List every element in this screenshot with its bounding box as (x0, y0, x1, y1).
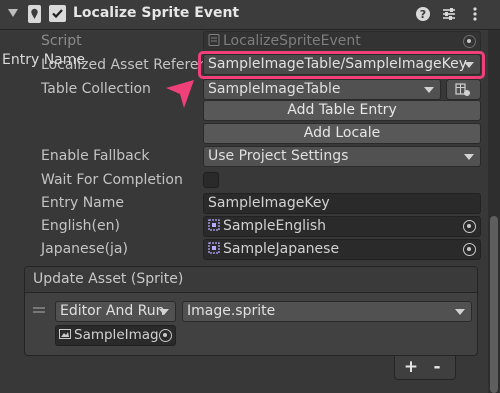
checkmark-icon (52, 9, 63, 19)
locale-field-ja[interactable]: SampleJapanese (203, 239, 481, 260)
inspector-panel: Localize Sprite Event ? Script LocalizeS… (0, 0, 500, 393)
locale-label-ja: Japanese(ja) (41, 241, 128, 257)
enable-fallback-dropdown[interactable]: Use Project Settings (203, 146, 481, 167)
svg-text:?: ? (420, 8, 426, 21)
vertical-scrollbar[interactable] (488, 30, 500, 393)
list-controls: + - (394, 356, 456, 380)
event-header: Update Asset (Sprite) (25, 267, 477, 293)
script-field: LocalizeSpriteEvent (203, 31, 481, 52)
drag-handle-icon[interactable] (33, 307, 45, 313)
chevron-down-icon (464, 154, 474, 160)
add-listener-button[interactable]: + (399, 356, 423, 378)
scrollbar-thumb[interactable] (490, 216, 498, 393)
script-label: Script (41, 33, 82, 49)
object-picker-icon[interactable] (159, 329, 172, 342)
wait-for-completion-checkbox[interactable] (203, 172, 219, 188)
table-editor-icon[interactable] (446, 79, 481, 100)
component-title: Localize Sprite Event (73, 5, 240, 21)
event-title: Update Asset (Sprite) (33, 271, 184, 287)
presets-icon[interactable] (440, 5, 458, 23)
event-target-object-field[interactable]: SampleImag (55, 325, 176, 346)
remove-listener-button[interactable]: - (425, 356, 449, 378)
more-options-icon[interactable] (466, 5, 484, 23)
locale-value-ja: SampleJapanese (223, 241, 340, 257)
script-file-icon (208, 34, 220, 46)
object-picker-icon[interactable] (463, 220, 476, 233)
update-asset-event: Update Asset (Sprite) Editor And Run Ima… (24, 266, 478, 356)
location-pin-icon (28, 5, 41, 23)
locale-field-en[interactable]: SampleEnglish (203, 216, 481, 237)
enable-fallback-value: Use Project Settings (208, 148, 349, 164)
foldout-arrow-icon[interactable] (8, 9, 18, 17)
entry-name-input[interactable]: SampleImageKey (203, 193, 481, 214)
event-target-value: SampleImag (74, 327, 159, 343)
function-value: Image.sprite (187, 303, 276, 319)
table-collection-dropdown[interactable]: SampleImageTable (203, 79, 441, 100)
pointer-arrow-icon (166, 80, 194, 108)
chevron-down-icon (424, 87, 434, 93)
overlay-entry-name-label: Entry Name (2, 52, 86, 68)
script-value: LocalizeSpriteEvent (223, 33, 361, 49)
locale-value-en: SampleEnglish (223, 218, 327, 234)
add-table-entry-button[interactable]: Add Table Entry (203, 100, 481, 121)
help-icon[interactable]: ? (414, 5, 432, 23)
highlight-box (198, 51, 485, 79)
function-dropdown[interactable]: Image.sprite (182, 301, 472, 322)
sprite-icon (208, 242, 220, 254)
wait-for-completion-label: Wait For Completion (41, 172, 183, 188)
add-locale-button[interactable]: Add Locale (203, 123, 481, 144)
chevron-down-icon (455, 309, 465, 315)
script-object-picker-icon (463, 35, 476, 48)
table-collection-label: Table Collection (41, 81, 151, 97)
component-header[interactable]: Localize Sprite Event ? (0, 0, 500, 30)
image-component-icon (59, 329, 71, 339)
entry-name-label: Entry Name (41, 195, 125, 211)
locale-label-en: English(en) (41, 218, 120, 234)
object-picker-icon[interactable] (463, 243, 476, 256)
sprite-icon (208, 219, 220, 231)
table-collection-value: SampleImageTable (208, 81, 341, 97)
runtime-value: Editor And Run (60, 303, 165, 319)
chevron-down-icon (159, 309, 169, 315)
runtime-dropdown[interactable]: Editor And Run (55, 301, 176, 322)
component-enable-checkbox[interactable] (49, 5, 66, 22)
enable-fallback-label: Enable Fallback (41, 148, 150, 164)
